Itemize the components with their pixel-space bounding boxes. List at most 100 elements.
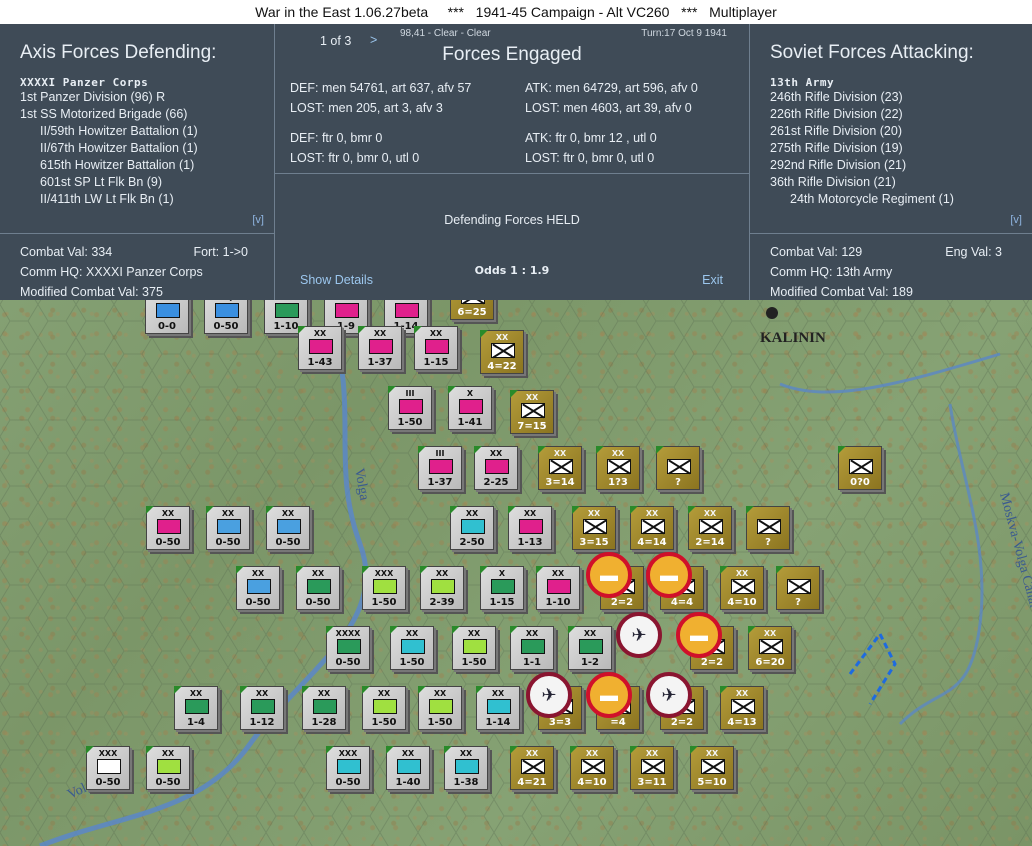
unit-list-item[interactable]: 261st Rifle Division (20) xyxy=(770,123,1032,140)
axis-unit-counter[interactable]: XX 2-25 xyxy=(474,446,518,490)
unit-strength: 2-39 xyxy=(429,597,455,608)
axis-unit-counter[interactable]: XXX 0-50 xyxy=(326,746,370,790)
unit-strength: 0-50 xyxy=(95,777,121,788)
unit-list-item[interactable]: 601st SP Lt Flk Bn (9) xyxy=(20,174,274,191)
unit-strength: 6=20 xyxy=(755,657,785,668)
soviet-comm-hq: Comm HQ: 13th Army xyxy=(770,265,893,279)
unit-size: XX xyxy=(489,449,503,458)
axis-unit-list: 1st Panzer Division (96) R 1st SS Motoriz… xyxy=(20,89,274,208)
unit-list-item[interactable]: II/59th Howitzer Battalion (1) xyxy=(20,123,274,140)
soviet-unit-counter[interactable]: XX 4=14 xyxy=(630,506,674,550)
axis-unit-counter[interactable]: X 1-41 xyxy=(448,386,492,430)
axis-unit-counter[interactable]: XX 1-43 xyxy=(298,326,342,370)
unit-list-item[interactable]: 226th Rifle Division (22) xyxy=(770,106,1032,123)
soviet-unit-counter[interactable]: XX 3=15 xyxy=(572,506,616,550)
axis-unit-counter[interactable]: XX 1-14 xyxy=(476,686,520,730)
axis-unit-counter[interactable]: X 1-15 xyxy=(480,566,524,610)
unit-symbol xyxy=(579,639,603,654)
forces-engaged-title: Forces Engaged xyxy=(442,44,582,65)
soviet-expand-button[interactable]: [v] xyxy=(1010,214,1022,226)
axis-unit-counter[interactable]: XX 1-28 xyxy=(302,686,346,730)
soviet-unit-counter[interactable]: 0?0 xyxy=(838,446,882,490)
unit-size: XX xyxy=(585,749,599,758)
soviet-unit-counter[interactable]: XX 2=14 xyxy=(688,506,732,550)
axis-unit-counter[interactable]: XXX 1-50 xyxy=(362,566,406,610)
axis-unit-counter[interactable]: XX 1-37 xyxy=(358,326,402,370)
soviet-unit-counter[interactable]: XX 4=21 xyxy=(510,746,554,790)
unit-list-item[interactable]: 1st Panzer Division (96) R xyxy=(20,89,274,106)
forces-engaged-panel: 1 of 3 > 98,41 - Clear - Clear Turn:17 O… xyxy=(275,24,749,300)
unit-list-item[interactable]: 292nd Rifle Division (21) xyxy=(770,157,1032,174)
unit-strength: 1-50 xyxy=(371,597,397,608)
axis-unit-counter[interactable]: XX 0-50 xyxy=(206,506,250,550)
unit-size: XX xyxy=(161,509,175,518)
unit-list-item[interactable]: 275th Rifle Division (19) xyxy=(770,140,1032,157)
exit-button[interactable]: Exit xyxy=(702,273,723,287)
axis-unit-counter[interactable]: XX 1-50 xyxy=(418,686,462,730)
soviet-unit-counter[interactable]: XX 4=22 xyxy=(480,330,524,374)
axis-unit-counter[interactable]: XXX 0-50 xyxy=(86,746,130,790)
axis-unit-counter[interactable]: III 1-37 xyxy=(418,446,462,490)
soviet-unit-counter[interactable]: XX 7=15 xyxy=(510,390,554,434)
axis-unit-counter[interactable]: XX 1-15 xyxy=(414,326,458,370)
unit-size: XX xyxy=(525,629,539,638)
unit-strength: 0-50 xyxy=(155,537,181,548)
city-marker xyxy=(766,307,778,319)
axis-unit-counter[interactable]: XX 1-4 xyxy=(174,686,218,730)
axis-unit-counter[interactable]: XX 1-40 xyxy=(386,746,430,790)
unit-list-item[interactable]: 615th Howitzer Battalion (1) xyxy=(20,157,274,174)
axis-unit-counter[interactable]: XX 0-50 xyxy=(236,566,280,610)
soviet-unit-counter[interactable]: XX 5=10 xyxy=(690,746,734,790)
axis-unit-counter[interactable]: XX 1-12 xyxy=(240,686,284,730)
axis-unit-counter[interactable]: XX 0-50 xyxy=(146,506,190,550)
unit-strength: 1-15 xyxy=(423,357,449,368)
unit-symbol xyxy=(399,399,423,414)
unit-list-item[interactable]: 24th Motorcycle Regiment (1) xyxy=(770,191,1032,208)
soviet-unit-counter[interactable]: XX 6=20 xyxy=(748,626,792,670)
axis-unit-counter[interactable]: XX 0-50 xyxy=(266,506,310,550)
unit-strength: 5=10 xyxy=(697,777,727,788)
unit-symbol xyxy=(313,699,337,714)
unit-list-item[interactable]: 36th Rifle Division (21) xyxy=(770,174,1032,191)
soviet-unit-counter[interactable]: ? xyxy=(776,566,820,610)
axis-unit-counter[interactable]: XX 0-50 xyxy=(296,566,340,610)
soviet-unit-counter[interactable]: XX 3=11 xyxy=(630,746,674,790)
soviet-unit-counter[interactable]: ? xyxy=(746,506,790,550)
soviet-unit-counter[interactable]: XX 3=14 xyxy=(538,446,582,490)
unit-symbol xyxy=(307,579,331,594)
axis-unit-counter[interactable]: XXXX 0-50 xyxy=(326,626,370,670)
axis-unit-counter[interactable]: XX 0-50 xyxy=(146,746,190,790)
unit-symbol xyxy=(215,303,239,318)
soviet-unit-counter[interactable]: XX 1?3 xyxy=(596,446,640,490)
unit-list-item[interactable]: 246th Rifle Division (23) xyxy=(770,89,1032,106)
soviet-unit-counter[interactable]: XX 4=10 xyxy=(720,566,764,610)
show-details-button[interactable]: Show Details xyxy=(300,273,373,287)
axis-unit-counter[interactable]: XX 1-10 xyxy=(536,566,580,610)
unit-list-item[interactable]: 1st SS Motorized Brigade (66) xyxy=(20,106,274,123)
axis-unit-counter[interactable]: XX 1-50 xyxy=(362,686,406,730)
axis-expand-button[interactable]: [v] xyxy=(252,214,264,226)
axis-unit-counter[interactable]: XX 1-50 xyxy=(452,626,496,670)
axis-unit-counter[interactable]: XX 2-50 xyxy=(450,506,494,550)
unit-symbol xyxy=(157,759,181,774)
unit-symbol xyxy=(547,579,571,594)
axis-unit-counter[interactable]: XX 1-2 xyxy=(568,626,612,670)
unit-strength: 1-41 xyxy=(457,417,483,428)
soviet-unit-counter[interactable]: XX 4=13 xyxy=(720,686,764,730)
unit-strength: 3=15 xyxy=(579,537,609,548)
axis-unit-counter[interactable]: XX 1-50 xyxy=(390,626,434,670)
axis-unit-counter[interactable]: XX 1-38 xyxy=(444,746,488,790)
unit-symbol xyxy=(156,303,180,318)
axis-unit-counter[interactable]: XX 2-39 xyxy=(420,566,464,610)
unit-list-item[interactable]: II/411th LW Lt Flk Bn (1) xyxy=(20,191,274,208)
unit-size: XX xyxy=(433,689,447,698)
unit-size: XXX xyxy=(374,569,394,578)
axis-unit-counter[interactable]: XX 1-13 xyxy=(508,506,552,550)
soviet-unit-counter[interactable]: ? xyxy=(656,446,700,490)
unit-list-item[interactable]: II/67th Howitzer Battalion (1) xyxy=(20,140,274,157)
unit-strength: 3=11 xyxy=(637,777,667,788)
axis-unit-counter[interactable]: III 1-50 xyxy=(388,386,432,430)
soviet-unit-counter[interactable]: XX 4=10 xyxy=(570,746,614,790)
axis-unit-counter[interactable]: XX 1-1 xyxy=(510,626,554,670)
unit-symbol xyxy=(519,519,543,534)
